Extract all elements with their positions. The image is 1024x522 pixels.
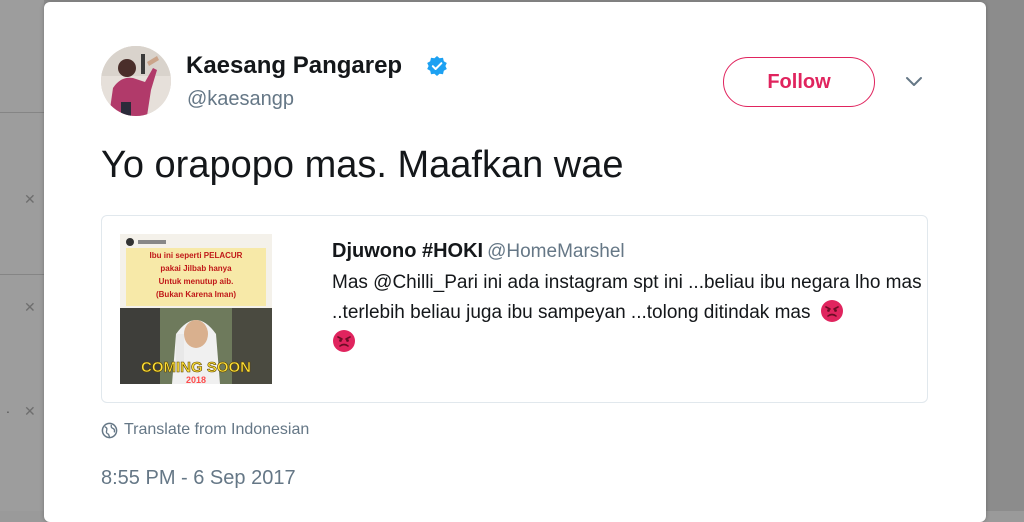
author-handle[interactable]: @kaesangp [187,88,294,111]
quoted-tweet-image[interactable]: Ibu ini seperti PELACUR pakai Jilbab han… [120,234,272,384]
quoted-tweet-text: Mas @Chilli_Pari ini ada instagram spt i… [332,268,922,358]
quoted-tweet-card[interactable]: Ibu ini seperti PELACUR pakai Jilbab han… [101,215,928,403]
meme-caption-line-4: (Bukan Karena Iman) [156,290,236,299]
quoted-author-name[interactable]: Djuwono #HOKI [332,240,483,262]
background-left-column [0,0,44,511]
quoted-tweet-header: Djuwono #HOKI @HomeMarshel [332,240,625,263]
background-top-edge [0,0,1024,1]
meme-year: 2018 [186,375,206,384]
avatar[interactable] [101,46,171,116]
globe-icon [101,422,118,438]
angry-face-emoji [333,330,355,352]
meme-banner: COMING SOON [141,359,251,376]
tweet-modal: Kaesang Pangarep @kaesangp Follow Yo ora… [44,2,986,522]
meme-caption-line-3: Untuk menutup aib. [159,277,234,286]
background-close-icon: ✕ [24,192,36,208]
meme-caption-line-2: pakai Jilbab hanya [160,264,232,273]
quoted-image-meme: Ibu ini seperti PELACUR pakai Jilbab han… [120,234,272,384]
follow-button[interactable]: Follow [723,57,875,107]
background-close-icon: ✕ [24,300,36,316]
meme-caption-line-1: Ibu ini seperti PELACUR [150,251,243,260]
chevron-down-icon[interactable] [904,75,924,89]
background-divider [0,112,44,113]
angry-face-emoji [820,300,843,322]
background-dot: . [6,400,10,416]
verified-badge-icon [427,56,447,76]
avatar-image [101,46,171,116]
background-divider [0,274,44,275]
tweet-timestamp[interactable]: 8:55 PM - 6 Sep 2017 [101,467,296,490]
translate-link[interactable]: Translate from Indonesian [101,421,309,439]
background-right-column [986,0,1024,511]
translate-label[interactable]: Translate from Indonesian [124,421,309,439]
tweet-text: Yo orapopo mas. Maafkan wae [101,144,624,186]
background-close-icon: ✕ [24,404,36,420]
quoted-author-handle[interactable]: @HomeMarshel [487,241,625,262]
author-name[interactable]: Kaesang Pangarep [186,52,402,80]
